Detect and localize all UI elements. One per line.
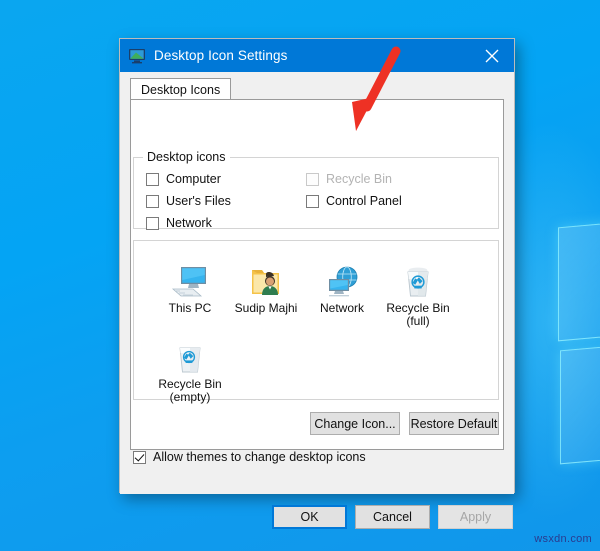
network-globe-icon — [300, 253, 384, 299]
cancel-button[interactable]: Cancel — [355, 505, 430, 529]
desktop-background: wsxdn.com Desktop Icon Settings Desktop … — [0, 0, 600, 551]
checkbox-box[interactable] — [306, 194, 319, 208]
icon-caption: Network — [319, 301, 364, 315]
icon-item-recycle-bin-empty[interactable]: Recycle Bin (empty) — [148, 329, 232, 404]
button-label: Change Icon... — [314, 416, 396, 431]
checkbox-label: User's Files — [166, 194, 231, 208]
checkbox-control-panel[interactable]: Control Panel — [306, 194, 402, 208]
desktop-icon-settings-dialog: Desktop Icon Settings Desktop Icons Desk… — [119, 38, 515, 529]
restore-default-button[interactable]: Restore Default — [409, 412, 499, 435]
site-watermark: wsxdn.com — [534, 533, 592, 545]
recycle-bin-empty-icon — [148, 329, 232, 375]
checkbox-label: Computer — [166, 172, 221, 186]
checkbox-box[interactable] — [146, 194, 159, 208]
checkbox-label: Recycle Bin — [326, 172, 392, 186]
icon-caption: This PC — [168, 301, 212, 315]
dialog-title: Desktop Icon Settings — [154, 48, 288, 63]
button-label: OK — [300, 510, 319, 524]
tab-label: Desktop Icons — [141, 82, 221, 97]
checkbox-box[interactable] — [133, 450, 146, 464]
user-folder-icon — [224, 253, 308, 299]
icon-caption: Recycle Bin (empty) — [158, 377, 222, 404]
apply-button: Apply — [438, 505, 513, 529]
tab-desktop-icons[interactable]: Desktop Icons — [130, 78, 232, 100]
icon-preview-panel[interactable]: This PC Sudip Majhi Network Recycle Bin … — [133, 240, 499, 404]
dialog-body: Desktop Icons Desktop icons Computer Rec… — [120, 72, 514, 529]
checkbox-label: Allow themes to change desktop icons — [153, 450, 366, 464]
icon-item-user-folder[interactable]: Sudip Majhi — [224, 253, 308, 315]
button-label: Cancel — [373, 510, 412, 524]
checkbox-box — [306, 172, 319, 186]
icon-item-recycle-bin-full[interactable]: Recycle Bin (full) — [376, 253, 460, 328]
icon-item-this-pc[interactable]: This PC — [148, 253, 232, 315]
icon-caption: Sudip Majhi — [234, 301, 298, 315]
tabstrip: Desktop Icons — [130, 78, 504, 101]
checkbox-users-files[interactable]: User's Files — [146, 194, 231, 208]
desktop-monitor-icon — [128, 48, 146, 64]
group-label: Desktop icons — [143, 150, 230, 164]
checkbox-computer[interactable]: Computer — [146, 172, 221, 186]
checkbox-label: Control Panel — [326, 194, 402, 208]
checkbox-label: Network — [166, 216, 212, 230]
windows-logo-pane-top — [558, 216, 600, 342]
ok-button[interactable]: OK — [272, 505, 347, 529]
checkbox-recycle-bin: Recycle Bin — [306, 172, 392, 186]
button-label: Restore Default — [410, 416, 498, 431]
button-label: Apply — [459, 510, 492, 524]
change-icon-button[interactable]: Change Icon... — [310, 412, 400, 435]
recycle-bin-full-icon — [376, 253, 460, 299]
checkbox-box[interactable] — [146, 172, 159, 186]
windows-logo-pane-bottom — [560, 339, 600, 465]
checkbox-network[interactable]: Network — [146, 216, 212, 230]
checkbox-allow-themes[interactable]: Allow themes to change desktop icons — [133, 450, 366, 464]
icon-item-network[interactable]: Network — [300, 253, 384, 315]
this-pc-icon — [148, 253, 232, 299]
icon-caption: Recycle Bin (full) — [386, 301, 450, 328]
dialog-titlebar[interactable]: Desktop Icon Settings — [120, 39, 514, 72]
close-icon[interactable] — [469, 39, 514, 72]
checkbox-box[interactable] — [146, 216, 159, 230]
